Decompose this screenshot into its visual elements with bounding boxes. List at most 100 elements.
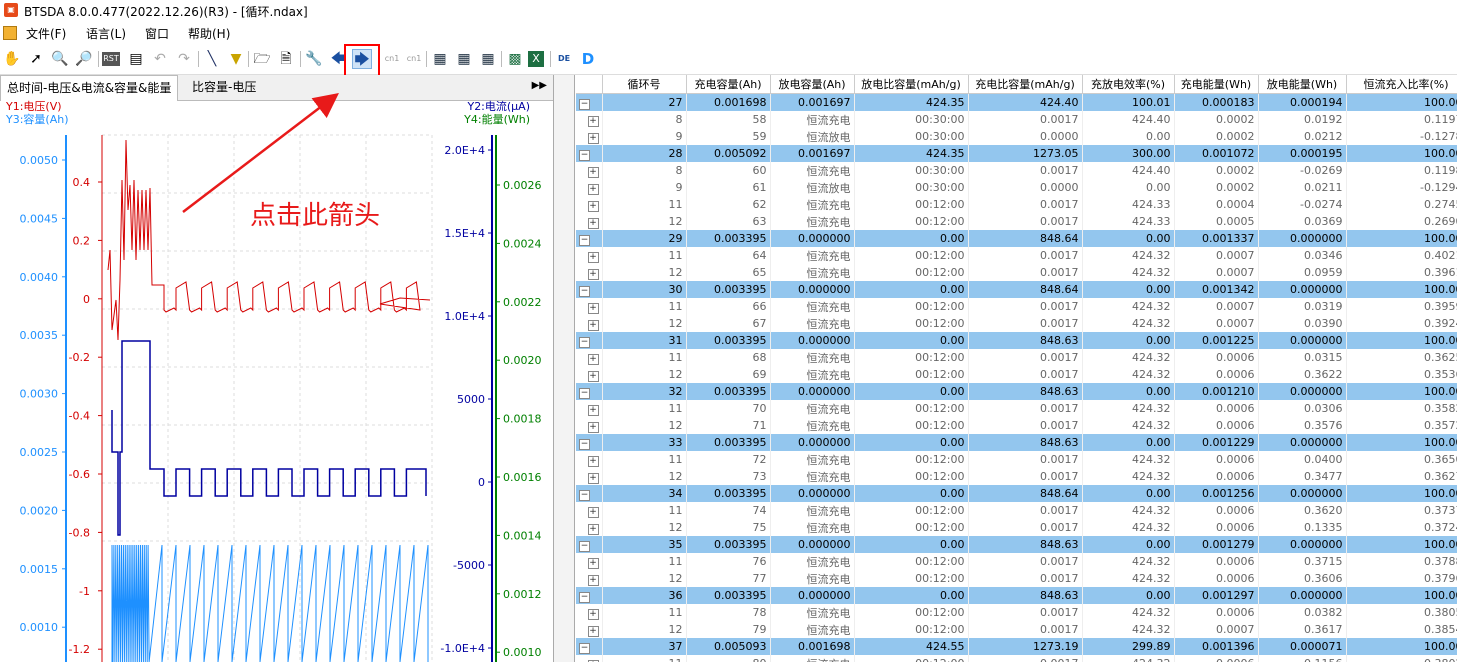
cycle-row[interactable]: −29 0.003395 0.000000 0.00 848.64 0.00 0.00133… <box>576 230 1457 247</box>
expand-icon[interactable]: + <box>587 200 599 212</box>
step-row[interactable]: +11 76 恒流充电 00:12:00 0.0017 424.32 0.0006 0.371… <box>576 553 1457 570</box>
step-row[interactable]: +12 73 恒流充电 00:12:00 0.0017 424.32 0.0006 0.347… <box>576 468 1457 485</box>
cycle-row[interactable]: −34 0.003395 0.000000 0.00 848.64 0.00 0.00125… <box>576 485 1457 502</box>
step-row[interactable]: +12 67 恒流充电 00:12:00 0.0017 424.32 0.0007 0.039… <box>576 315 1457 332</box>
collapse-icon[interactable]: − <box>579 98 590 110</box>
expand-icon[interactable]: + <box>587 472 599 484</box>
step-row[interactable]: +12 71 恒流充电 00:12:00 0.0017 424.32 0.0006 0.357… <box>576 417 1457 434</box>
expand-toggle[interactable]: + <box>576 315 603 332</box>
expand-toggle[interactable]: + <box>576 468 603 485</box>
expand-toggle[interactable]: + <box>576 162 603 179</box>
collapse-icon[interactable]: − <box>579 336 590 348</box>
hand-icon[interactable]: ✋ <box>2 49 22 69</box>
step-row[interactable]: +12 79 恒流充电 00:12:00 0.0017 424.32 0.0007 0.361… <box>576 621 1457 638</box>
expand-icon[interactable]: + <box>587 132 599 144</box>
expand-icon[interactable]: + <box>587 268 599 280</box>
de-icon[interactable]: DE <box>554 49 574 69</box>
cycle-row[interactable]: −37 0.005093 0.001698 424.55 1273.19 299.89 0.… <box>576 638 1457 655</box>
cycle-row[interactable]: −31 0.003395 0.000000 0.00 848.63 0.00 0.00122… <box>576 332 1457 349</box>
zoom-in-icon[interactable]: 🔍 <box>50 49 70 69</box>
expand-toggle[interactable]: + <box>576 417 603 434</box>
expand-toggle[interactable]: + <box>576 196 603 213</box>
expand-toggle[interactable]: − <box>576 332 603 349</box>
chart[interactable]: Y1:电压(V)Y3:容量(Ah) Y2:电流(μA)Y4:能量(Wh) 0.005… <box>0 100 553 662</box>
filter-icon[interactable]: ▼ <box>226 49 246 69</box>
expand-icon[interactable]: + <box>587 319 599 331</box>
step-row[interactable]: +11 72 恒流充电 00:12:00 0.0017 424.32 0.0006 0.040… <box>576 451 1457 468</box>
expand-toggle[interactable]: + <box>576 451 603 468</box>
table-icon-1[interactable]: ▦ <box>430 49 450 69</box>
collapse-icon[interactable]: − <box>579 540 590 552</box>
expand-toggle[interactable]: + <box>576 570 603 587</box>
reset-icon[interactable]: RST <box>102 52 120 66</box>
step-row[interactable]: +11 74 恒流充电 00:12:00 0.0017 424.32 0.0006 0.362… <box>576 502 1457 519</box>
header-discharge-cap[interactable]: 放电容量(Ah) <box>770 75 855 94</box>
collapse-icon[interactable]: − <box>579 438 590 450</box>
expand-toggle[interactable]: − <box>576 536 603 553</box>
step-row[interactable]: +11 64 恒流充电 00:12:00 0.0017 424.32 0.0007 0.034… <box>576 247 1457 264</box>
step-row[interactable]: +12 75 恒流充电 00:12:00 0.0017 424.32 0.0006 0.133… <box>576 519 1457 536</box>
step-row[interactable]: +12 63 恒流充电 00:12:00 0.0017 424.33 0.0005 0.036… <box>576 213 1457 230</box>
menu-file[interactable]: 文件(F) <box>26 25 66 42</box>
menu-help[interactable]: 帮助(H) <box>188 25 230 42</box>
collapse-icon[interactable]: − <box>579 591 590 603</box>
expand-icon[interactable]: + <box>587 370 599 382</box>
expand-icon[interactable]: + <box>587 506 599 518</box>
expand-toggle[interactable]: − <box>576 383 603 400</box>
collapse-icon[interactable]: − <box>579 234 590 246</box>
step-row[interactable]: +11 78 恒流充电 00:12:00 0.0017 424.32 0.0006 0.038… <box>576 604 1457 621</box>
expand-icon[interactable]: + <box>587 166 599 178</box>
header-efficiency[interactable]: 充放电效率(%) <box>1082 75 1175 94</box>
expand-toggle[interactable]: + <box>576 264 603 281</box>
header-charge-spec[interactable]: 充电比容量(mAh/g) <box>968 75 1083 94</box>
expand-toggle[interactable]: + <box>576 519 603 536</box>
table-icon-2[interactable]: ▦ <box>454 49 474 69</box>
tab-scroll-icon[interactable]: ▶▶ <box>532 80 547 91</box>
pointer-icon[interactable]: ➚ <box>26 49 46 69</box>
step-row[interactable]: +8 60 恒流充电 00:30:00 0.0017 424.40 0.0002 -0.026… <box>576 162 1457 179</box>
collapse-icon[interactable]: − <box>579 387 590 399</box>
step-icon-1[interactable]: cn1 <box>382 49 402 69</box>
expand-toggle[interactable]: − <box>576 281 603 298</box>
expand-icon[interactable]: + <box>587 557 599 569</box>
step-row[interactable]: +11 70 恒流充电 00:12:00 0.0017 424.32 0.0006 0.030… <box>576 400 1457 417</box>
cycle-row[interactable]: −36 0.003395 0.000000 0.00 848.63 0.00 0.00129… <box>576 587 1457 604</box>
collapse-icon[interactable]: − <box>579 149 590 161</box>
step-row[interactable]: +11 62 恒流充电 00:12:00 0.0017 424.33 0.0004 -0.02… <box>576 196 1457 213</box>
expand-icon[interactable]: + <box>587 455 599 467</box>
expand-icon[interactable]: + <box>587 183 599 195</box>
expand-icon[interactable]: + <box>587 608 599 620</box>
expand-toggle[interactable]: + <box>576 621 603 638</box>
expand-toggle[interactable]: + <box>576 247 603 264</box>
save-icon[interactable]: 🗎 <box>276 49 296 69</box>
expand-icon[interactable]: + <box>587 404 599 416</box>
expand-toggle[interactable]: + <box>576 502 603 519</box>
header-discharge-spec[interactable]: 放电比容量(mAh/g) <box>854 75 969 94</box>
excel-icon-2[interactable]: X <box>528 51 544 67</box>
header-cc-ratio[interactable]: 恒流充入比率(%) <box>1346 75 1457 94</box>
excel-icon-1[interactable]: ▩ <box>505 49 525 69</box>
expand-toggle[interactable]: + <box>576 128 603 145</box>
expand-toggle[interactable]: − <box>576 93 603 111</box>
expand-icon[interactable]: + <box>587 421 599 433</box>
wrench-icon[interactable]: 🔧 <box>304 49 324 69</box>
cycle-row[interactable]: −27 0.001698 0.001697 424.35 424.40 100.01 0.0… <box>576 93 1457 111</box>
undo-icon[interactable]: ↶ <box>150 49 170 69</box>
cycle-row[interactable]: −30 0.003395 0.000000 0.00 848.64 0.00 0.00134… <box>576 281 1457 298</box>
expand-toggle[interactable]: + <box>576 400 603 417</box>
expand-icon[interactable]: + <box>587 625 599 637</box>
expand-icon[interactable]: + <box>587 217 599 229</box>
expand-toggle[interactable]: − <box>576 485 603 502</box>
step-row[interactable]: +11 68 恒流充电 00:12:00 0.0017 424.32 0.0006 0.031… <box>576 349 1457 366</box>
d-icon[interactable]: D <box>578 49 598 69</box>
expand-toggle[interactable]: + <box>576 553 603 570</box>
expand-icon[interactable]: + <box>587 523 599 535</box>
menu-window[interactable]: 窗口 <box>145 25 169 42</box>
cycle-row[interactable]: −35 0.003395 0.000000 0.00 848.63 0.00 0.00127… <box>576 536 1457 553</box>
expand-toggle[interactable]: + <box>576 655 603 662</box>
expand-toggle[interactable]: − <box>576 230 603 247</box>
collapse-icon[interactable]: − <box>579 642 590 654</box>
expand-toggle[interactable]: + <box>576 604 603 621</box>
expand-icon[interactable]: + <box>587 251 599 263</box>
header-cycle[interactable]: 循环号 <box>602 75 687 94</box>
